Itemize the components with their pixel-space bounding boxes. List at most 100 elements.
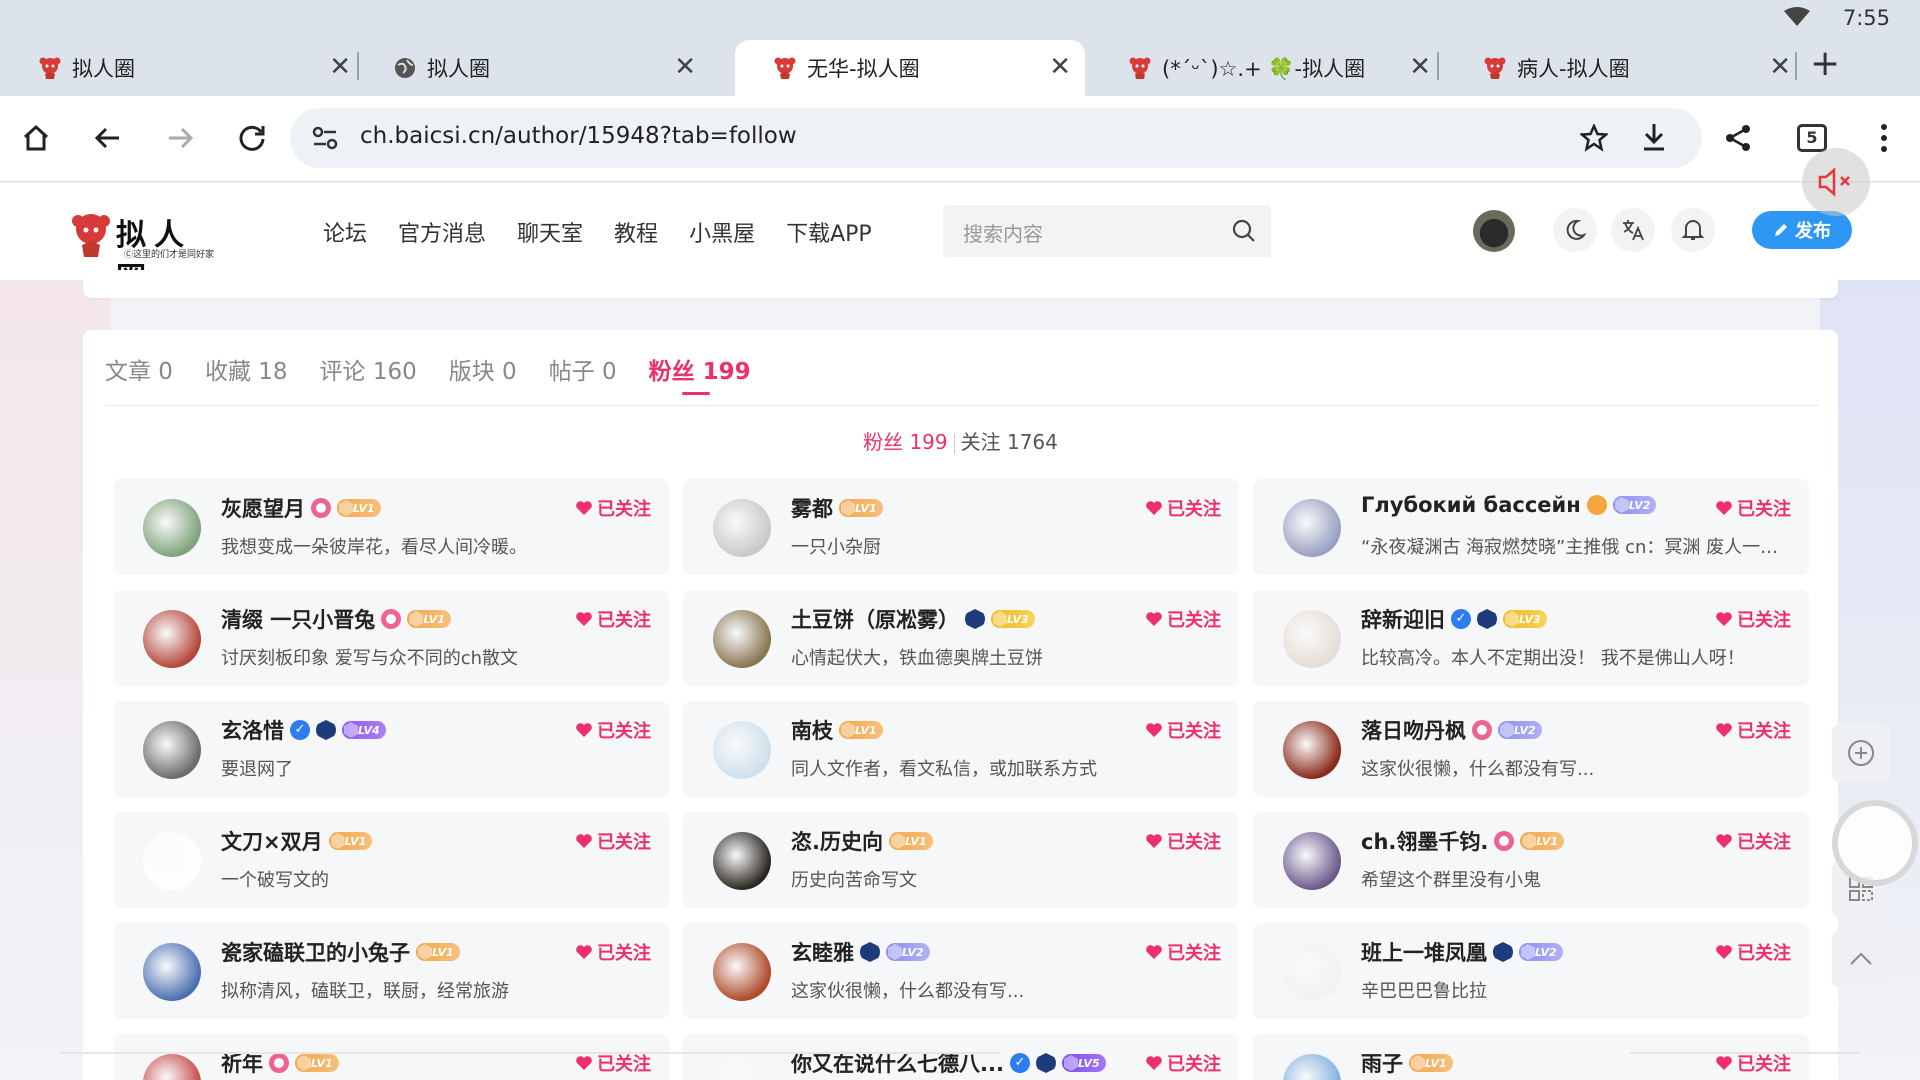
user-avatar[interactable]	[1283, 943, 1341, 1001]
user-card[interactable]: 祈年 LV1 已关注	[113, 1034, 669, 1080]
followed-label[interactable]: 已关注	[597, 717, 651, 743]
user-name[interactable]: 文刀×双月	[221, 826, 323, 856]
user-avatar[interactable]	[143, 832, 201, 890]
followed-button[interactable]: 已关注	[1145, 1050, 1221, 1076]
followed-button[interactable]: 已关注	[575, 495, 651, 521]
followed-button[interactable]: 已关注	[1715, 606, 1791, 632]
address-bar[interactable]: ch.baicsi.cn/author/15948?tab=follow	[290, 108, 1702, 168]
download-icon[interactable]	[1640, 122, 1668, 152]
followed-label[interactable]: 已关注	[1167, 828, 1221, 854]
site-logo[interactable]: 拟人圈 Ⓒ这里的们才是同好家	[68, 207, 218, 297]
user-name[interactable]: 清缀 一只小晋兔	[221, 604, 375, 634]
site-settings-icon[interactable]	[312, 126, 338, 150]
user-name[interactable]: 南枝	[791, 715, 833, 745]
subtab-fans[interactable]: 粉丝 199	[863, 430, 948, 454]
user-name[interactable]: 班上一堆凤凰	[1361, 937, 1487, 967]
user-card[interactable]: 雾都 LV1 一只小杂厨 已关注	[683, 479, 1239, 575]
reload-icon[interactable]	[232, 118, 272, 158]
user-avatar[interactable]	[713, 832, 771, 890]
followed-button[interactable]: 已关注	[1145, 828, 1221, 854]
followed-button[interactable]: 已关注	[575, 717, 651, 743]
followed-button[interactable]: 已关注	[575, 606, 651, 632]
user-avatar[interactable]	[143, 610, 201, 668]
assistive-touch-button[interactable]	[1832, 800, 1918, 886]
browser-tab-title[interactable]: (*ˊᵕˋ)☆.+ 🍀-拟人圈	[1162, 53, 1365, 83]
browser-tab-title[interactable]: 拟人圈	[427, 53, 490, 83]
followed-label[interactable]: 已关注	[1737, 717, 1791, 743]
user-avatar[interactable]	[713, 943, 771, 1001]
close-tab-icon[interactable]: ✕	[329, 53, 351, 81]
user-name[interactable]: 玄洛惜	[221, 715, 284, 745]
tab-comments[interactable]: 评论 160	[320, 352, 417, 386]
followed-button[interactable]: 已关注	[1145, 495, 1221, 521]
browser-tab-title[interactable]: 无华-拟人圈	[807, 53, 920, 83]
mute-button[interactable]	[1802, 148, 1870, 216]
followed-label[interactable]: 已关注	[1167, 717, 1221, 743]
user-name[interactable]: 辞新迎旧	[1361, 604, 1445, 634]
user-avatar[interactable]	[1283, 1054, 1341, 1080]
nav-download-app[interactable]: 下载APP	[786, 216, 872, 248]
close-tab-icon[interactable]: ✕	[1769, 53, 1791, 81]
bookmark-star-icon[interactable]	[1580, 124, 1608, 152]
browser-tab-4[interactable]: (*ˊᵕˋ)☆.+ 🍀-拟人圈 ✕	[1090, 40, 1445, 96]
followed-button[interactable]: 已关注	[575, 939, 651, 965]
user-card[interactable]: 清缀 一只小晋兔 LV1 讨厌刻板印象 爱写与众不同的ch散文 已关注	[113, 590, 669, 686]
user-avatar[interactable]	[143, 721, 201, 779]
browser-tab-title[interactable]: 病人-拟人圈	[1517, 53, 1630, 83]
followed-label[interactable]: 已关注	[1737, 828, 1791, 854]
nav-forum[interactable]: 论坛	[323, 216, 367, 248]
search-icon[interactable]	[1231, 218, 1257, 244]
nav-tutorial[interactable]: 教程	[614, 216, 658, 248]
user-name[interactable]: 雨子	[1361, 1048, 1403, 1078]
followed-label[interactable]: 已关注	[597, 939, 651, 965]
user-name[interactable]: 恣.历史向	[791, 826, 883, 856]
user-avatar[interactable]	[143, 1054, 201, 1080]
tab-sections[interactable]: 版块 0	[449, 352, 517, 386]
more-menu-icon[interactable]	[1864, 118, 1904, 158]
float-add-button[interactable]	[1832, 724, 1890, 782]
user-avatar[interactable]	[1283, 610, 1341, 668]
home-icon[interactable]	[16, 118, 56, 158]
user-card[interactable]: 瓷家磕联卫的小兔子 LV1 拟称清风，磕联卫，联厨，经常旅游 已关注	[113, 923, 669, 1019]
browser-tab-title[interactable]: 拟人圈	[72, 53, 135, 83]
publish-label[interactable]: 发布	[1795, 217, 1831, 243]
user-avatar[interactable]	[713, 721, 771, 779]
user-card[interactable]: 玄洛惜 ✓ LV4 要退网了 已关注	[113, 701, 669, 797]
user-avatar[interactable]	[713, 610, 771, 668]
user-card[interactable]: 雨子 LV1 已关注	[1253, 1034, 1809, 1080]
notification-button[interactable]	[1671, 208, 1715, 252]
followed-button[interactable]: 已关注	[1715, 939, 1791, 965]
user-name[interactable]: 瓷家磕联卫的小兔子	[221, 937, 410, 967]
followed-label[interactable]: 已关注	[1737, 495, 1791, 521]
user-card[interactable]: Глубокий бассейн LV2 “永夜凝渊古 海寂燃焚晓”主推俄 cn：冥…	[1253, 479, 1809, 575]
url-text[interactable]: ch.baicsi.cn/author/15948?tab=follow	[360, 123, 797, 149]
subtab-following[interactable]: 关注 1764	[961, 430, 1058, 454]
nav-official-news[interactable]: 官方消息	[398, 216, 486, 248]
followed-button[interactable]: 已关注	[1145, 606, 1221, 632]
tab-posts[interactable]: 帖子 0	[549, 352, 617, 386]
translate-button[interactable]	[1611, 208, 1655, 252]
user-card[interactable]: 恣.历史向 LV1 历史向苦命写文 已关注	[683, 812, 1239, 908]
followed-button[interactable]: 已关注	[1715, 495, 1791, 521]
forward-icon[interactable]	[160, 118, 200, 158]
followed-button[interactable]: 已关注	[1145, 939, 1221, 965]
tab-favorites[interactable]: 收藏 18	[205, 352, 288, 386]
user-avatar[interactable]	[1473, 210, 1515, 252]
followed-label[interactable]: 已关注	[1167, 1050, 1221, 1076]
followed-label[interactable]: 已关注	[1167, 495, 1221, 521]
close-tab-icon[interactable]: ✕	[1409, 53, 1431, 81]
user-name[interactable]: Глубокий бассейн	[1361, 493, 1581, 517]
user-card[interactable]: 落日吻丹枫 LV2 这家伙很懒，什么都没有写... 已关注	[1253, 701, 1809, 797]
user-card[interactable]: 玄睦雅 LV2 这家伙很懒，什么都没有写... 已关注	[683, 923, 1239, 1019]
user-avatar[interactable]	[143, 943, 201, 1001]
user-name[interactable]: 雾都	[791, 493, 833, 523]
user-avatar[interactable]	[713, 499, 771, 557]
followed-label[interactable]: 已关注	[597, 606, 651, 632]
followed-label[interactable]: 已关注	[1737, 606, 1791, 632]
browser-tab-3[interactable]: 无华-拟人圈 ✕	[735, 40, 1085, 96]
followed-label[interactable]: 已关注	[597, 828, 651, 854]
user-card[interactable]: 灰愿望月 LV1 我想变成一朵彼岸花，看尽人间冷暖。 已关注	[113, 479, 669, 575]
user-avatar[interactable]	[1283, 721, 1341, 779]
tab-articles[interactable]: 文章 0	[105, 352, 173, 386]
user-card[interactable]: 土豆饼（原凇雾） LV3 心情起伏大，铁血德奥牌土豆饼 已关注	[683, 590, 1239, 686]
